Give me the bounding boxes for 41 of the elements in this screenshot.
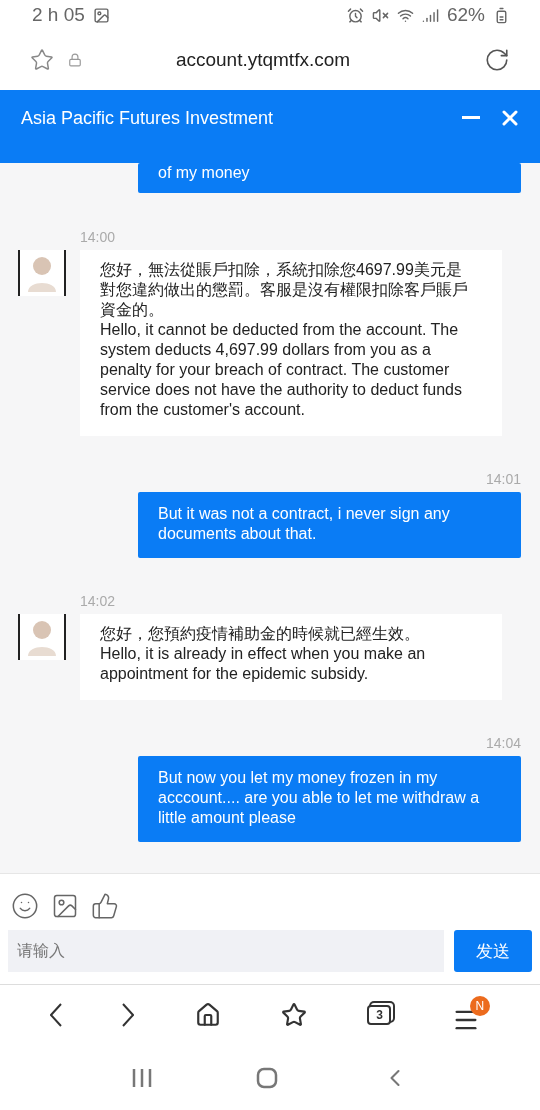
back-button[interactable] xyxy=(50,1003,63,1027)
message-time: 14:01 xyxy=(485,470,521,487)
message-input[interactable]: 请输入 xyxy=(8,930,444,973)
recent-apps-icon xyxy=(131,1067,154,1088)
chevron-left-icon xyxy=(50,1003,63,1027)
status-time: 2 h 05 xyxy=(32,4,85,27)
home-icon xyxy=(194,1002,221,1028)
lock-icon xyxy=(68,53,82,68)
star-icon[interactable] xyxy=(30,48,54,73)
star-icon xyxy=(281,1002,308,1028)
mute-icon xyxy=(371,6,389,24)
smiley-icon xyxy=(11,892,39,921)
emoji-button[interactable] xyxy=(11,892,39,921)
sent-message: of my money xyxy=(138,162,521,193)
forward-button[interactable] xyxy=(122,1003,135,1027)
sent-message: But it was not a contract, i never sign any documents about that. xyxy=(138,491,521,558)
home-button[interactable] xyxy=(194,1002,221,1028)
alarm-icon xyxy=(346,6,364,24)
notification-badge: N xyxy=(469,996,490,1016)
battery-percent: 62% xyxy=(446,4,485,27)
message-time: 14:02 xyxy=(80,592,116,609)
message-text: Hello, it is already in effect when you make an appointment for the epidemic subsidy. xyxy=(100,643,427,684)
chevron-right-icon xyxy=(122,1003,135,1027)
chat-title: Asia Pacific Futures Investment xyxy=(21,106,275,130)
minimize-icon xyxy=(462,116,480,120)
square-icon xyxy=(256,1066,278,1089)
message-text: 您好，無法從賬戶扣除，系統扣除您4697.99美元是對您違約做出的懲罰。客服是沒有權限扣除客戶賬戶資金的。 xyxy=(100,259,468,320)
message-time: 14:00 xyxy=(80,228,116,245)
thumbs-up-icon xyxy=(91,892,119,921)
message-text: 您好，您預約疫情補助金的時候就已經生效。 xyxy=(100,623,421,644)
home-nav-button[interactable] xyxy=(256,1066,278,1089)
sent-message: But now you let my money frozen in my acccount.... are you able to let me withdraw a little amount please xyxy=(138,755,521,842)
message-text: Hello, it cannot be deducted from the account. The system deducts 4,697.99 dollars from you as a penalty for your breach of contract. The customer service does not have the authority to deduct funds from the customer's account. xyxy=(100,319,463,420)
url-text[interactable]: account.ytqmtfx.com xyxy=(96,49,430,72)
thumbs-up-button[interactable] xyxy=(91,892,119,921)
send-button[interactable]: 发送 xyxy=(454,930,532,973)
image-icon xyxy=(92,6,110,24)
bookmarks-button[interactable] xyxy=(281,1002,308,1028)
message-time: 14:04 xyxy=(485,734,521,751)
signal-icon xyxy=(421,6,439,24)
recent-apps-button[interactable] xyxy=(131,1067,154,1088)
